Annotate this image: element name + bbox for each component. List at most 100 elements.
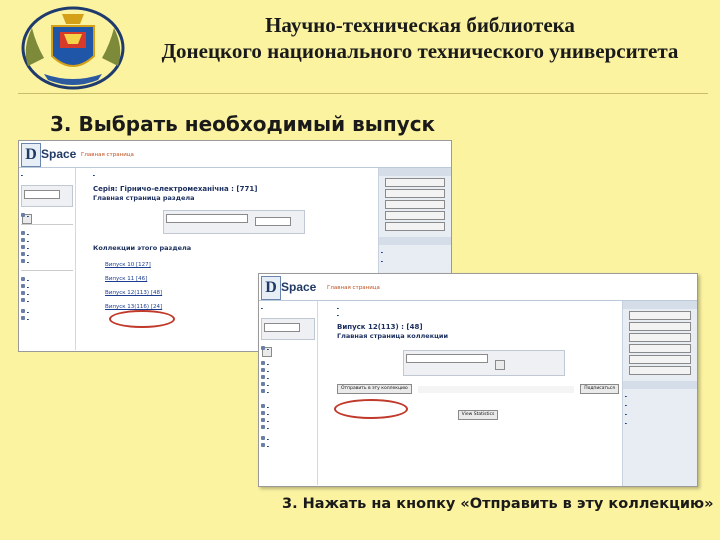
dspace-logo[interactable]: D Space xyxy=(261,276,317,300)
browse-item[interactable] xyxy=(21,257,73,264)
browse-item[interactable] xyxy=(21,243,73,250)
browse-item[interactable] xyxy=(261,387,315,394)
sidebar-button[interactable] xyxy=(629,366,691,375)
sidebar-button[interactable] xyxy=(629,344,691,353)
new-item-link[interactable] xyxy=(625,418,683,425)
library-title-line1: Научно-техническая библиотека xyxy=(265,13,575,37)
left-navigation xyxy=(259,301,318,485)
university-emblem-icon xyxy=(21,6,125,90)
sidebar-button[interactable] xyxy=(629,355,691,364)
browse-item[interactable] xyxy=(21,250,73,257)
sidebar-button[interactable] xyxy=(385,178,445,187)
collections-heading: Коллекции этого раздела xyxy=(93,244,192,252)
sidebar-button[interactable] xyxy=(629,333,691,342)
home-link[interactable]: Главная страница xyxy=(81,152,134,158)
advanced-search-item[interactable] xyxy=(261,344,315,351)
library-title: Научно-техническая библиотека Донецкого … xyxy=(140,12,700,64)
browse-item[interactable] xyxy=(21,236,73,243)
dspace-logo-d: D xyxy=(21,143,41,167)
step-instruction-submit: 3. Нажать на кнопку «Отправить в эту кол… xyxy=(282,496,714,512)
bullet-icon xyxy=(261,367,265,372)
subscribe-button[interactable]: Подписаться xyxy=(580,384,619,394)
highlight-ellipse xyxy=(334,399,408,419)
sidebar-button[interactable] xyxy=(629,322,691,331)
account-item[interactable] xyxy=(261,434,315,441)
bullet-icon xyxy=(261,410,265,415)
bullet-icon xyxy=(21,244,25,249)
submit-row: Отправить в эту коллекцию Подписаться xyxy=(337,384,619,394)
search-box xyxy=(261,318,315,357)
account-item[interactable] xyxy=(261,416,315,423)
search-input[interactable] xyxy=(264,323,300,332)
highlight-ellipse xyxy=(109,310,175,328)
news-link[interactable] xyxy=(381,256,437,263)
bullet-icon xyxy=(21,258,25,263)
new-item-link[interactable] xyxy=(625,391,689,398)
home-link[interactable]: Главная страница xyxy=(327,285,380,291)
account-item[interactable] xyxy=(21,314,73,321)
dspace-logo[interactable]: D Space xyxy=(21,143,77,167)
bullet-icon xyxy=(261,381,265,386)
divider xyxy=(18,93,708,94)
account-item[interactable] xyxy=(21,289,73,296)
dspace-logo-text: Space xyxy=(281,280,317,294)
bullet-icon xyxy=(21,251,25,256)
search-input[interactable] xyxy=(24,190,60,199)
advanced-search-item[interactable] xyxy=(21,211,73,218)
bullet-icon xyxy=(261,374,265,379)
issue-link[interactable]: Випуск 10 [127] xyxy=(105,258,367,272)
bullet-icon xyxy=(21,290,25,295)
account-item[interactable] xyxy=(21,275,73,282)
new-item-link[interactable] xyxy=(625,409,687,416)
collection-title: Випуск 12(113) : [48] xyxy=(337,323,423,331)
scope-select[interactable] xyxy=(406,354,488,363)
browse-item[interactable] xyxy=(261,359,315,366)
search-box xyxy=(21,185,73,224)
bullet-icon xyxy=(21,276,25,281)
scope-query-input[interactable] xyxy=(255,217,292,226)
bullet-icon xyxy=(21,315,25,320)
news-link[interactable] xyxy=(381,247,441,254)
sidebar-button[interactable] xyxy=(629,311,691,320)
left-navigation xyxy=(19,168,76,350)
page-header: Научно-техническая библиотека Донецкого … xyxy=(0,0,720,90)
search-button[interactable] xyxy=(495,360,505,370)
browse-item[interactable] xyxy=(21,229,73,236)
new-item-link[interactable] xyxy=(625,400,685,407)
account-item[interactable] xyxy=(21,282,73,289)
account-item[interactable] xyxy=(21,307,73,314)
account-item[interactable] xyxy=(261,402,315,409)
right-sidebar xyxy=(622,301,697,486)
breadcrumb[interactable] xyxy=(337,310,407,317)
breadcrumb-link[interactable] xyxy=(21,170,71,177)
new-items-heading xyxy=(623,381,697,389)
breadcrumb[interactable] xyxy=(337,303,387,310)
sidebar-button[interactable] xyxy=(385,189,445,198)
account-item[interactable] xyxy=(21,296,73,303)
bullet-icon xyxy=(21,308,25,313)
library-title-line2: Донецкого национального технического уни… xyxy=(161,39,679,63)
scope-select[interactable] xyxy=(166,214,248,223)
dspace-logo-text: Space xyxy=(41,147,77,161)
bullet-icon xyxy=(21,212,25,217)
breadcrumb-link[interactable] xyxy=(261,303,311,310)
breadcrumb[interactable] xyxy=(93,170,133,177)
bullet-icon xyxy=(21,283,25,288)
collection-subtitle: Главная страница коллекции xyxy=(337,332,449,340)
account-item[interactable] xyxy=(261,441,315,448)
divider xyxy=(21,270,73,271)
bullet-icon xyxy=(261,417,265,422)
sidebar-button[interactable] xyxy=(385,200,445,209)
sidebar-button[interactable] xyxy=(385,211,445,220)
browse-item[interactable] xyxy=(261,373,315,380)
bullet-icon xyxy=(261,388,265,393)
account-item[interactable] xyxy=(261,409,315,416)
browse-item[interactable] xyxy=(261,380,315,387)
account-item[interactable] xyxy=(261,423,315,430)
submit-to-collection-button[interactable]: Отправить в эту коллекцию xyxy=(337,384,412,394)
sidebar-button[interactable] xyxy=(385,222,445,231)
submit-description xyxy=(417,385,575,393)
step-heading-select-issue: 3. Выбрать необходимый выпуск xyxy=(50,112,436,136)
browse-item[interactable] xyxy=(261,366,315,373)
view-statistics-button[interactable]: View Statistics xyxy=(457,410,499,420)
